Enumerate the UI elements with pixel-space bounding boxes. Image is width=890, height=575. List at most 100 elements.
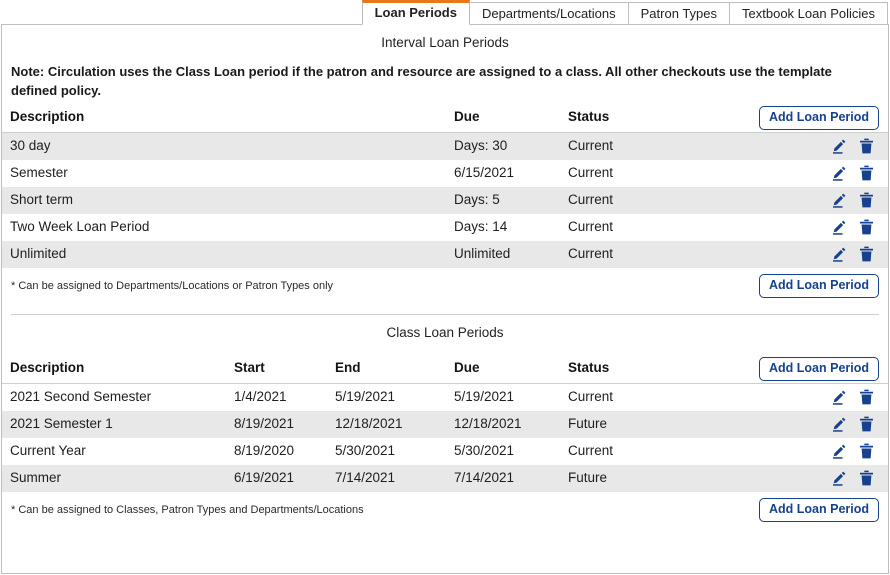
cell-description: Summer bbox=[10, 470, 62, 485]
cell-description: Two Week Loan Period bbox=[10, 219, 150, 234]
col-header-status: Status bbox=[568, 109, 610, 124]
col-header-due: Due bbox=[454, 109, 480, 124]
edit-row-button[interactable] bbox=[830, 414, 847, 433]
add-loan-period-button-class-top[interactable]: Add Loan Period bbox=[759, 357, 879, 381]
cell-status: Current bbox=[568, 192, 614, 207]
edit-row-button[interactable] bbox=[830, 136, 847, 155]
row-actions bbox=[830, 441, 875, 460]
pencil-icon bbox=[831, 219, 847, 235]
trash-icon bbox=[859, 165, 874, 181]
cell-description: Current Year bbox=[10, 443, 86, 458]
cell-start: 6/19/2021 bbox=[234, 470, 295, 485]
interval-loan-periods-table: Description Due Status Add Loan Period 3… bbox=[2, 102, 888, 268]
trash-icon bbox=[859, 246, 874, 262]
table-row[interactable]: Short term Days: 5 Current bbox=[2, 187, 888, 214]
edit-row-button[interactable] bbox=[830, 387, 847, 406]
table-row[interactable]: Current Year 8/19/2020 5/30/2021 5/30/20… bbox=[2, 438, 888, 465]
table-row[interactable]: Summer 6/19/2021 7/14/2021 7/14/2021 Fut… bbox=[2, 465, 888, 492]
delete-row-button[interactable] bbox=[858, 190, 875, 209]
interval-footnote-block: * Can be assigned to Departments/Locatio… bbox=[2, 268, 888, 314]
delete-row-button[interactable] bbox=[858, 136, 875, 155]
edit-row-button[interactable] bbox=[830, 163, 847, 182]
cell-status: Future bbox=[568, 416, 608, 431]
delete-row-button[interactable] bbox=[858, 441, 875, 460]
cell-status: Current bbox=[568, 389, 614, 404]
tab-patron-types-label: Patron Types bbox=[640, 6, 718, 21]
class-footnote-block: * Can be assigned to Classes, Patron Typ… bbox=[2, 492, 888, 538]
pencil-icon bbox=[831, 246, 847, 262]
edit-row-button[interactable] bbox=[830, 244, 847, 263]
cell-description: 30 day bbox=[10, 138, 51, 153]
add-loan-period-button-class-bottom[interactable]: Add Loan Period bbox=[759, 498, 879, 522]
tab-departments-locations-label: Departments/Locations bbox=[481, 6, 616, 21]
edit-row-button[interactable] bbox=[830, 468, 847, 487]
tab-loan-periods[interactable]: Loan Periods bbox=[361, 0, 470, 25]
cell-status: Current bbox=[568, 165, 614, 180]
cell-description: 2021 Second Semester bbox=[10, 389, 152, 404]
add-loan-period-button-interval-top[interactable]: Add Loan Period bbox=[759, 106, 879, 130]
row-actions bbox=[830, 217, 875, 236]
tab-patron-types[interactable]: Patron Types bbox=[627, 2, 731, 25]
cell-due: Days: 14 bbox=[454, 219, 508, 234]
col-header-end: End bbox=[335, 360, 361, 375]
cell-due: 5/19/2021 bbox=[454, 389, 515, 404]
cell-description: Short term bbox=[10, 192, 74, 207]
tab-textbook-loan-policies[interactable]: Textbook Loan Policies bbox=[729, 2, 888, 25]
pencil-icon bbox=[831, 138, 847, 154]
cell-due: Unlimited bbox=[454, 246, 511, 261]
row-actions bbox=[830, 244, 875, 263]
tab-textbook-loan-policies-label: Textbook Loan Policies bbox=[742, 6, 875, 21]
cell-due: 6/15/2021 bbox=[454, 165, 515, 180]
col-header-status: Status bbox=[568, 360, 610, 375]
add-loan-period-button-interval-bottom[interactable]: Add Loan Period bbox=[759, 274, 879, 298]
table-row[interactable]: 30 day Days: 30 Current bbox=[2, 133, 888, 160]
trash-icon bbox=[859, 416, 874, 432]
cell-start: 1/4/2021 bbox=[234, 389, 287, 404]
cell-description: Semester bbox=[10, 165, 68, 180]
pencil-icon bbox=[831, 443, 847, 459]
cell-status: Current bbox=[568, 246, 614, 261]
tab-departments-locations[interactable]: Departments/Locations bbox=[468, 2, 629, 25]
cell-status: Current bbox=[568, 443, 614, 458]
delete-row-button[interactable] bbox=[858, 468, 875, 487]
cell-due: Days: 5 bbox=[454, 192, 500, 207]
cell-end: 12/18/2021 bbox=[335, 416, 403, 431]
delete-row-button[interactable] bbox=[858, 163, 875, 182]
col-header-due: Due bbox=[454, 360, 480, 375]
class-table-header: Description Start End Due Status Add Loa… bbox=[2, 353, 888, 384]
pencil-icon bbox=[831, 165, 847, 181]
trash-icon bbox=[859, 443, 874, 459]
cell-description: Unlimited bbox=[10, 246, 67, 261]
trash-icon bbox=[859, 470, 874, 486]
trash-icon bbox=[859, 219, 874, 235]
pencil-icon bbox=[831, 416, 847, 432]
cell-start: 8/19/2020 bbox=[234, 443, 295, 458]
edit-row-button[interactable] bbox=[830, 217, 847, 236]
loan-periods-panel: Interval Loan Periods Note: Circulation … bbox=[1, 24, 889, 574]
table-row[interactable]: 2021 Semester 1 8/19/2021 12/18/2021 12/… bbox=[2, 411, 888, 438]
cell-status: Current bbox=[568, 138, 614, 153]
table-row[interactable]: Unlimited Unlimited Current bbox=[2, 241, 888, 268]
delete-row-button[interactable] bbox=[858, 244, 875, 263]
edit-row-button[interactable] bbox=[830, 190, 847, 209]
loan-periods-page: Loan Periods Departments/Locations Patro… bbox=[0, 0, 890, 575]
cell-due: 5/30/2021 bbox=[454, 443, 515, 458]
pencil-icon bbox=[831, 389, 847, 405]
row-actions bbox=[830, 163, 875, 182]
tab-loan-periods-label: Loan Periods bbox=[374, 5, 457, 20]
delete-row-button[interactable] bbox=[858, 217, 875, 236]
row-actions bbox=[830, 190, 875, 209]
edit-row-button[interactable] bbox=[830, 441, 847, 460]
table-row[interactable]: Two Week Loan Period Days: 14 Current bbox=[2, 214, 888, 241]
delete-row-button[interactable] bbox=[858, 414, 875, 433]
cell-start: 8/19/2021 bbox=[234, 416, 295, 431]
cell-due: 7/14/2021 bbox=[454, 470, 515, 485]
cell-due: Days: 30 bbox=[454, 138, 508, 153]
interval-section-title: Interval Loan Periods bbox=[381, 35, 509, 50]
delete-row-button[interactable] bbox=[858, 387, 875, 406]
class-footnote: * Can be assigned to Classes, Patron Typ… bbox=[11, 504, 364, 516]
table-row[interactable]: 2021 Second Semester 1/4/2021 5/19/2021 … bbox=[2, 384, 888, 411]
table-row[interactable]: Semester 6/15/2021 Current bbox=[2, 160, 888, 187]
class-section-title: Class Loan Periods bbox=[386, 325, 504, 340]
trash-icon bbox=[859, 192, 874, 208]
